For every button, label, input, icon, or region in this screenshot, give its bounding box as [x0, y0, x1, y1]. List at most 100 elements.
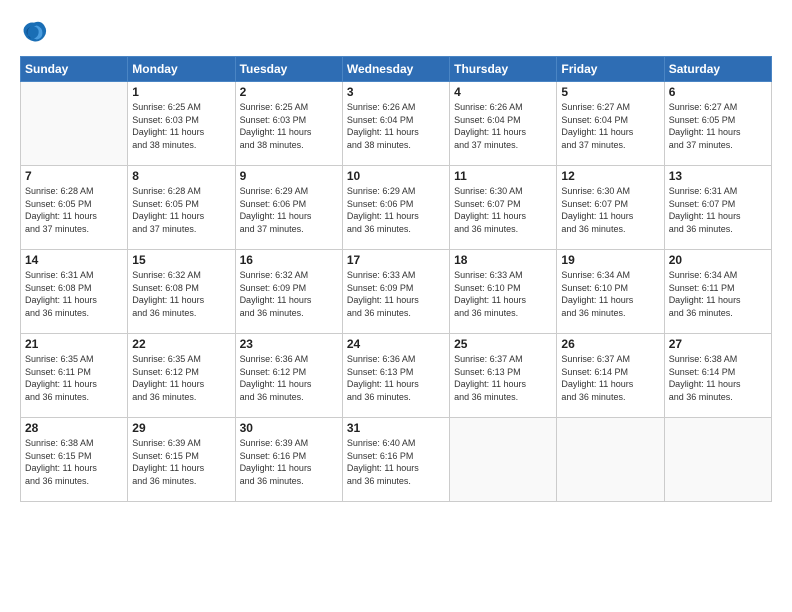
day-info: Sunrise: 6:27 AM Sunset: 6:05 PM Dayligh… [669, 101, 767, 151]
day-info: Sunrise: 6:34 AM Sunset: 6:11 PM Dayligh… [669, 269, 767, 319]
calendar-cell: 16Sunrise: 6:32 AM Sunset: 6:09 PM Dayli… [235, 250, 342, 334]
weekday-header-saturday: Saturday [664, 57, 771, 82]
logo [20, 18, 52, 46]
day-number: 26 [561, 337, 659, 351]
day-info: Sunrise: 6:36 AM Sunset: 6:12 PM Dayligh… [240, 353, 338, 403]
calendar-cell: 31 Sunrise: 6:40 AM Sunset: 6:16 PM Dayli… [342, 418, 449, 502]
calendar-cell: 29 Sunrise: 6:39 AM Sunset: 6:15 PM Dayli… [128, 418, 235, 502]
day-number: 15 [132, 253, 230, 267]
day-info: Sunrise: 6:30 AM Sunset: 6:07 PM Dayligh… [454, 185, 552, 235]
calendar-cell [21, 82, 128, 166]
calendar-cell: 17 Sunrise: 6:33 AM Sunset: 6:09 PM Dayli… [342, 250, 449, 334]
calendar-cell: 22 Sunrise: 6:35 AM Sunset: 6:12 PM Dayli… [128, 334, 235, 418]
calendar-cell: 9 Sunrise: 6:29 AM Sunset: 6:06 PM Daylig… [235, 166, 342, 250]
day-info: Sunrise: 6:25 AM Sunset: 6:03 PM Dayligh… [240, 101, 338, 151]
day-number: 18 [454, 253, 552, 267]
day-info: Sunrise: 6:32 AM Sunset: 6:08 PM Dayligh… [132, 269, 230, 319]
calendar-week-row: 7 Sunrise: 6:28 AM Sunset: 6:05 PM Daylig… [21, 166, 772, 250]
calendar-cell: 20 Sunrise: 6:34 AM Sunset: 6:11 PM Dayli… [664, 250, 771, 334]
day-info: Sunrise: 6:37 AM Sunset: 6:13 PM Dayligh… [454, 353, 552, 403]
weekday-header-row: SundayMondayTuesdayWednesdayThursdayFrid… [21, 57, 772, 82]
day-info: Sunrise: 6:30 AM Sunset: 6:07 PM Dayligh… [561, 185, 659, 235]
day-number: 8 [132, 169, 230, 183]
calendar-cell: 25 Sunrise: 6:37 AM Sunset: 6:13 PM Dayli… [450, 334, 557, 418]
day-number: 2 [240, 85, 338, 99]
day-info: Sunrise: 6:40 AM Sunset: 6:16 PM Dayligh… [347, 437, 445, 487]
day-number: 29 [132, 421, 230, 435]
day-info: Sunrise: 6:26 AM Sunset: 6:04 PM Dayligh… [347, 101, 445, 151]
day-number: 20 [669, 253, 767, 267]
day-info: Sunrise: 6:25 AM Sunset: 6:03 PM Dayligh… [132, 101, 230, 151]
day-info: Sunrise: 6:28 AM Sunset: 6:05 PM Dayligh… [132, 185, 230, 235]
calendar-cell: 18 Sunrise: 6:33 AM Sunset: 6:10 PM Dayli… [450, 250, 557, 334]
logo-icon [20, 18, 48, 46]
calendar-cell: 19 Sunrise: 6:34 AM Sunset: 6:10 PM Dayli… [557, 250, 664, 334]
calendar-cell: 7 Sunrise: 6:28 AM Sunset: 6:05 PM Daylig… [21, 166, 128, 250]
calendar-week-row: 1 Sunrise: 6:25 AM Sunset: 6:03 PM Daylig… [21, 82, 772, 166]
day-info: Sunrise: 6:37 AM Sunset: 6:14 PM Dayligh… [561, 353, 659, 403]
calendar-table: SundayMondayTuesdayWednesdayThursdayFrid… [20, 56, 772, 502]
calendar-cell: 12 Sunrise: 6:30 AM Sunset: 6:07 PM Dayli… [557, 166, 664, 250]
calendar-cell: 26 Sunrise: 6:37 AM Sunset: 6:14 PM Dayli… [557, 334, 664, 418]
day-number: 7 [25, 169, 123, 183]
day-info: Sunrise: 6:29 AM Sunset: 6:06 PM Dayligh… [347, 185, 445, 235]
calendar-cell: 23 Sunrise: 6:36 AM Sunset: 6:12 PM Dayli… [235, 334, 342, 418]
calendar-cell [664, 418, 771, 502]
weekday-header-sunday: Sunday [21, 57, 128, 82]
day-number: 10 [347, 169, 445, 183]
day-info: Sunrise: 6:35 AM Sunset: 6:12 PM Dayligh… [132, 353, 230, 403]
calendar-cell: 2 Sunrise: 6:25 AM Sunset: 6:03 PM Daylig… [235, 82, 342, 166]
day-number: 3 [347, 85, 445, 99]
calendar-cell: 5 Sunrise: 6:27 AM Sunset: 6:04 PM Daylig… [557, 82, 664, 166]
weekday-header-monday: Monday [128, 57, 235, 82]
day-number: 9 [240, 169, 338, 183]
day-info: Sunrise: 6:31 AM Sunset: 6:08 PM Dayligh… [25, 269, 123, 319]
day-info: Sunrise: 6:38 AM Sunset: 6:14 PM Dayligh… [669, 353, 767, 403]
day-number: 1 [132, 85, 230, 99]
day-number: 4 [454, 85, 552, 99]
day-info: Sunrise: 6:29 AM Sunset: 6:06 PM Dayligh… [240, 185, 338, 235]
calendar-week-row: 28 Sunrise: 6:38 AM Sunset: 6:15 PM Dayli… [21, 418, 772, 502]
calendar-cell: 11Sunrise: 6:30 AM Sunset: 6:07 PM Dayli… [450, 166, 557, 250]
day-info: Sunrise: 6:28 AM Sunset: 6:05 PM Dayligh… [25, 185, 123, 235]
weekday-header-tuesday: Tuesday [235, 57, 342, 82]
day-number: 30 [240, 421, 338, 435]
calendar-week-row: 21 Sunrise: 6:35 AM Sunset: 6:11 PM Dayli… [21, 334, 772, 418]
day-info: Sunrise: 6:35 AM Sunset: 6:11 PM Dayligh… [25, 353, 123, 403]
day-info: Sunrise: 6:34 AM Sunset: 6:10 PM Dayligh… [561, 269, 659, 319]
day-number: 16 [240, 253, 338, 267]
day-number: 17 [347, 253, 445, 267]
calendar-cell: 30Sunrise: 6:39 AM Sunset: 6:16 PM Dayli… [235, 418, 342, 502]
calendar-cell: 3 Sunrise: 6:26 AM Sunset: 6:04 PM Daylig… [342, 82, 449, 166]
day-info: Sunrise: 6:33 AM Sunset: 6:09 PM Dayligh… [347, 269, 445, 319]
day-number: 27 [669, 337, 767, 351]
page: SundayMondayTuesdayWednesdayThursdayFrid… [0, 0, 792, 612]
calendar-cell: 6Sunrise: 6:27 AM Sunset: 6:05 PM Daylig… [664, 82, 771, 166]
day-number: 22 [132, 337, 230, 351]
day-number: 13 [669, 169, 767, 183]
calendar-cell: 10 Sunrise: 6:29 AM Sunset: 6:06 PM Dayli… [342, 166, 449, 250]
day-number: 31 [347, 421, 445, 435]
calendar-cell: 13Sunrise: 6:31 AM Sunset: 6:07 PM Dayli… [664, 166, 771, 250]
day-number: 23 [240, 337, 338, 351]
day-number: 24 [347, 337, 445, 351]
day-number: 5 [561, 85, 659, 99]
calendar-cell: 27 Sunrise: 6:38 AM Sunset: 6:14 PM Dayli… [664, 334, 771, 418]
day-info: Sunrise: 6:26 AM Sunset: 6:04 PM Dayligh… [454, 101, 552, 151]
calendar-cell: 1 Sunrise: 6:25 AM Sunset: 6:03 PM Daylig… [128, 82, 235, 166]
day-number: 28 [25, 421, 123, 435]
day-info: Sunrise: 6:38 AM Sunset: 6:15 PM Dayligh… [25, 437, 123, 487]
calendar-cell: 4 Sunrise: 6:26 AM Sunset: 6:04 PM Daylig… [450, 82, 557, 166]
calendar-cell [557, 418, 664, 502]
day-info: Sunrise: 6:33 AM Sunset: 6:10 PM Dayligh… [454, 269, 552, 319]
day-info: Sunrise: 6:36 AM Sunset: 6:13 PM Dayligh… [347, 353, 445, 403]
day-info: Sunrise: 6:39 AM Sunset: 6:15 PM Dayligh… [132, 437, 230, 487]
day-number: 19 [561, 253, 659, 267]
weekday-header-wednesday: Wednesday [342, 57, 449, 82]
day-number: 25 [454, 337, 552, 351]
day-info: Sunrise: 6:27 AM Sunset: 6:04 PM Dayligh… [561, 101, 659, 151]
calendar-cell: 28 Sunrise: 6:38 AM Sunset: 6:15 PM Dayli… [21, 418, 128, 502]
day-number: 12 [561, 169, 659, 183]
day-number: 21 [25, 337, 123, 351]
header [20, 18, 772, 46]
